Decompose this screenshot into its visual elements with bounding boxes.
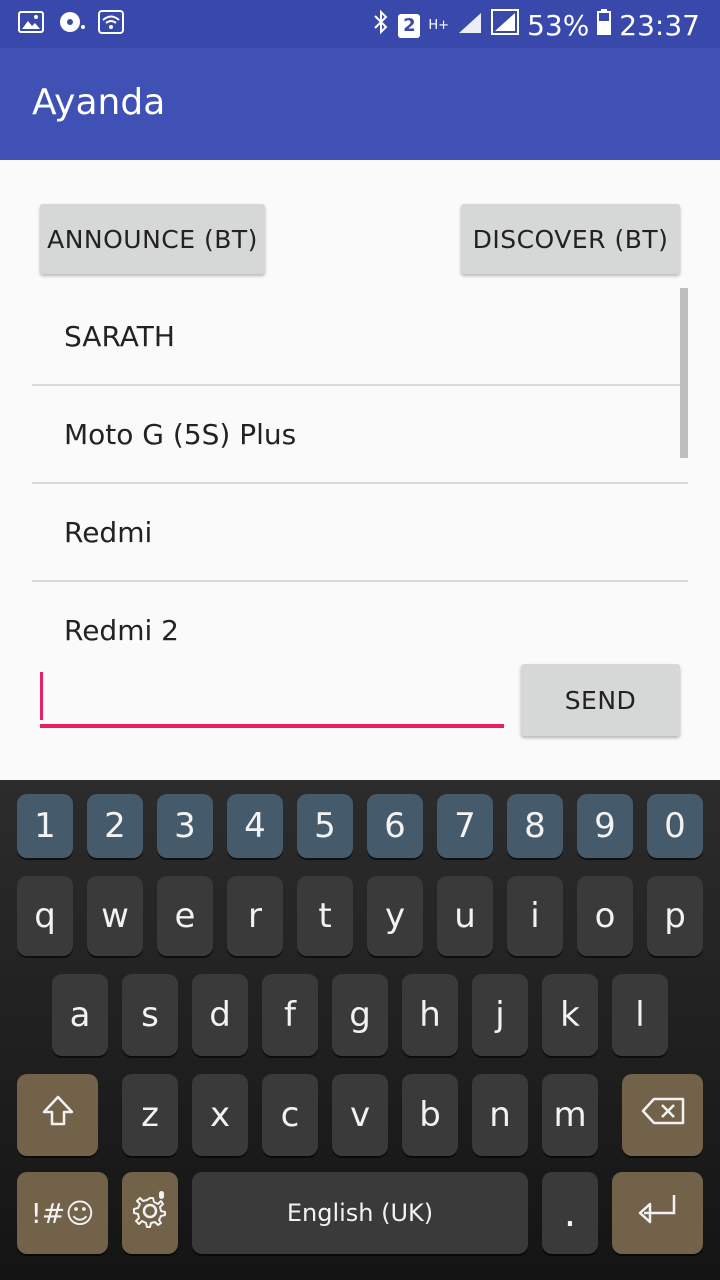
key-i[interactable]: i: [507, 876, 563, 956]
list-item[interactable]: SARATH: [32, 288, 688, 386]
app-title: Ayanda: [32, 82, 166, 123]
discover-button[interactable]: DISCOVER (BT): [461, 204, 680, 274]
battery-percent: 53%: [527, 9, 590, 42]
key-v[interactable]: v: [332, 1074, 388, 1156]
settings-key[interactable]: [122, 1172, 178, 1254]
key-o[interactable]: o: [577, 876, 633, 956]
key-z[interactable]: z: [122, 1074, 178, 1156]
list-item[interactable]: Redmi 2: [32, 582, 688, 648]
gear-icon: [130, 1189, 170, 1238]
battery-icon: [597, 9, 612, 42]
message-input-container[interactable]: [40, 672, 504, 728]
key-b[interactable]: b: [402, 1074, 458, 1156]
space-key[interactable]: English (UK): [192, 1172, 528, 1254]
list-item[interactable]: Moto G (5S) Plus: [32, 386, 688, 484]
shift-icon: [40, 1093, 76, 1138]
key-m[interactable]: m: [542, 1074, 598, 1156]
key-d[interactable]: d: [192, 974, 248, 1056]
sim-signal-icon: [491, 9, 520, 42]
bluetooth-icon: [372, 8, 390, 43]
key-4[interactable]: 4: [227, 794, 283, 858]
sim-badge: 2: [398, 13, 421, 38]
backspace-key[interactable]: [622, 1074, 703, 1156]
send-button[interactable]: SEND: [521, 664, 680, 736]
gallery-icon: [18, 10, 46, 38]
key-5[interactable]: 5: [297, 794, 353, 858]
enter-key[interactable]: [612, 1172, 703, 1254]
key-3[interactable]: 3: [157, 794, 213, 858]
key-7[interactable]: 7: [437, 794, 493, 858]
announce-button[interactable]: ANNOUNCE (BT): [40, 204, 265, 274]
key-l[interactable]: l: [612, 974, 668, 1056]
media-icon: [58, 10, 86, 38]
network-type: H+: [428, 18, 450, 33]
key-u[interactable]: u: [437, 876, 493, 956]
list-item[interactable]: Redmi: [32, 484, 688, 582]
wifi-icon: [98, 10, 126, 38]
device-list[interactable]: SARATH Moto G (5S) Plus Redmi Redmi 2: [32, 288, 688, 648]
symbols-key[interactable]: !#☺: [17, 1172, 108, 1254]
key-8[interactable]: 8: [507, 794, 563, 858]
key-n[interactable]: n: [472, 1074, 528, 1156]
message-input[interactable]: [48, 678, 502, 720]
key-6[interactable]: 6: [367, 794, 423, 858]
key-t[interactable]: t: [297, 876, 353, 956]
key-e[interactable]: e: [157, 876, 213, 956]
period-key[interactable]: .: [542, 1172, 598, 1254]
soft-keyboard: 1 2 3 4 5 6 7 8 9 0 q w e r t y u i o p …: [0, 780, 720, 1280]
key-a[interactable]: a: [52, 974, 108, 1056]
key-0[interactable]: 0: [647, 794, 703, 858]
key-g[interactable]: g: [332, 974, 388, 1056]
key-1[interactable]: 1: [17, 794, 73, 858]
app-bar: Ayanda: [0, 48, 720, 160]
signal-icon: [457, 9, 483, 42]
status-bar: 2 H+ 53% 23:37: [0, 0, 720, 48]
clock: 23:37: [619, 9, 700, 42]
key-9[interactable]: 9: [577, 794, 633, 858]
key-w[interactable]: w: [87, 876, 143, 956]
key-r[interactable]: r: [227, 876, 283, 956]
list-scrollbar[interactable]: [680, 288, 688, 458]
backspace-icon: [640, 1095, 686, 1135]
key-x[interactable]: x: [192, 1074, 248, 1156]
key-j[interactable]: j: [472, 974, 528, 1056]
key-k[interactable]: k: [542, 974, 598, 1056]
shift-key[interactable]: [17, 1074, 98, 1156]
key-f[interactable]: f: [262, 974, 318, 1056]
enter-icon: [634, 1191, 682, 1236]
text-cursor: [40, 672, 43, 720]
key-h[interactable]: h: [402, 974, 458, 1056]
key-s[interactable]: s: [122, 974, 178, 1056]
key-2[interactable]: 2: [87, 794, 143, 858]
key-c[interactable]: c: [262, 1074, 318, 1156]
input-underline: [40, 724, 504, 728]
key-q[interactable]: q: [17, 876, 73, 956]
key-p[interactable]: p: [647, 876, 703, 956]
key-y[interactable]: y: [367, 876, 423, 956]
